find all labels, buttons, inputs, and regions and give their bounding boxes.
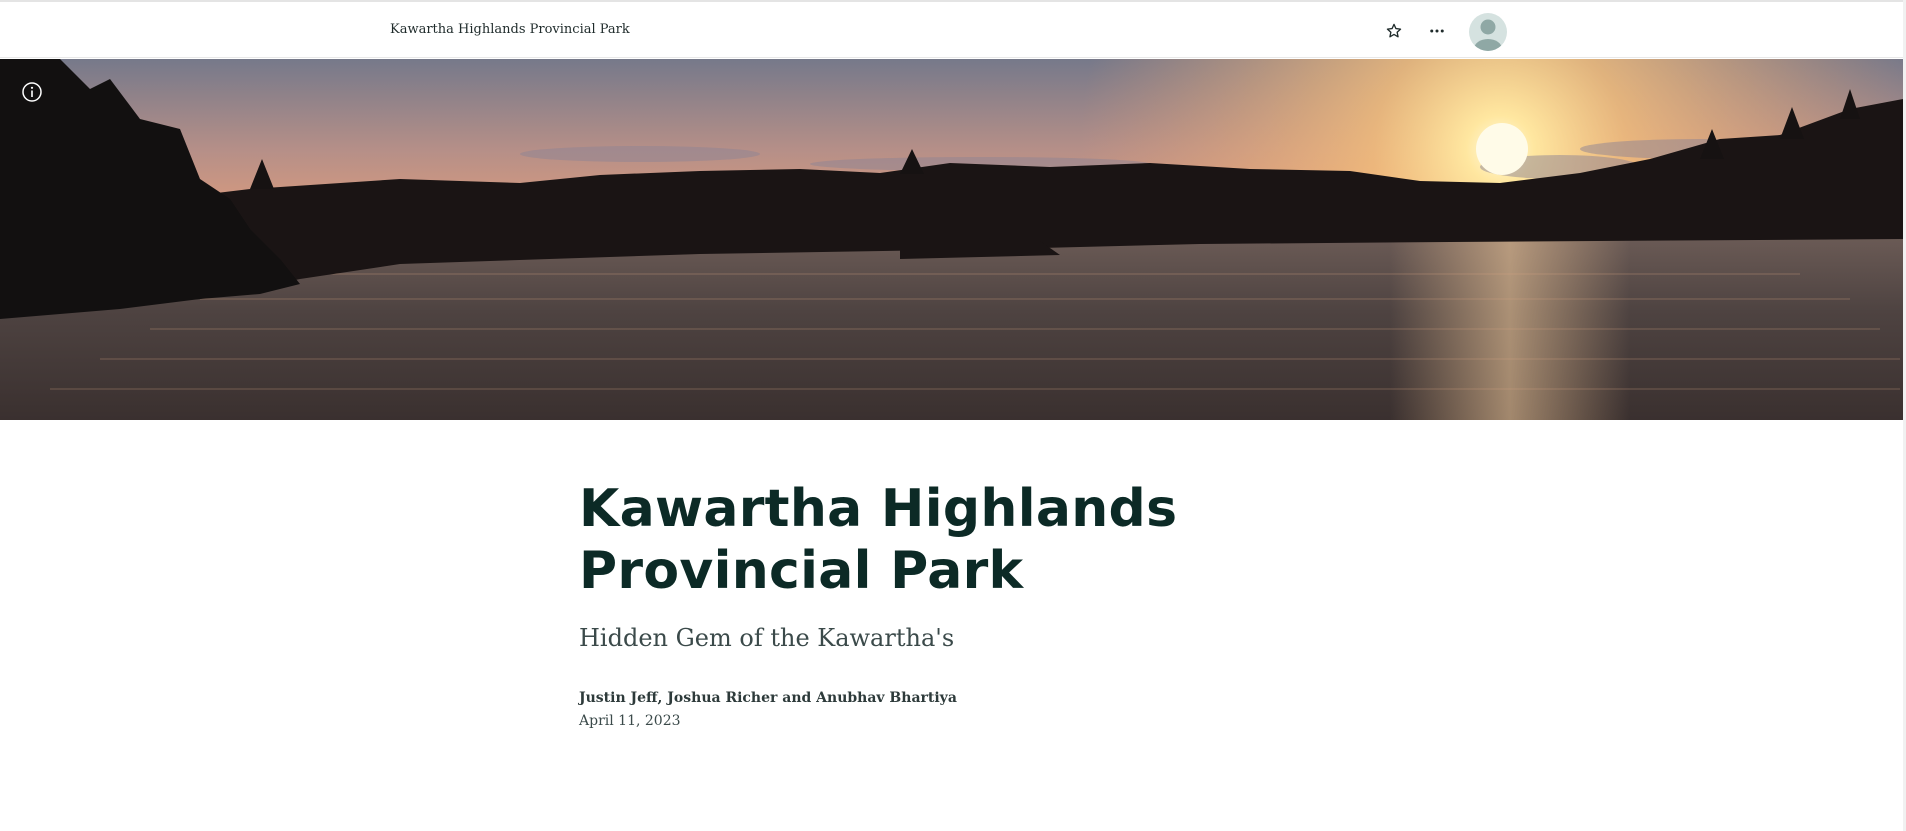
more-options-button[interactable]	[1424, 18, 1450, 44]
user-avatar[interactable]	[1469, 13, 1507, 51]
more-options-icon	[1430, 29, 1444, 33]
star-icon	[1386, 23, 1402, 38]
image-info-button[interactable]	[21, 81, 43, 103]
top-navigation-bar: Kawartha Highlands Provincial Park	[0, 0, 1906, 58]
article-title: Kawartha Highlands Provincial Park	[579, 479, 1178, 601]
article-authors: Justin Jeff, Joshua Richer and Anubhav B…	[579, 690, 957, 706]
article-date: April 11, 2023	[579, 713, 681, 729]
favorite-button[interactable]	[1381, 18, 1407, 44]
article-subtitle: Hidden Gem of the Kawartha's	[579, 624, 955, 652]
info-icon	[22, 82, 42, 102]
article-header: Kawartha Highlands Provincial Park Hidde…	[579, 478, 1279, 729]
hero-banner-image	[0, 59, 1903, 420]
user-avatar-icon	[1474, 19, 1502, 51]
site-title[interactable]: Kawartha Highlands Provincial Park	[390, 22, 630, 37]
sunset-over-lake-icon	[0, 59, 1903, 420]
